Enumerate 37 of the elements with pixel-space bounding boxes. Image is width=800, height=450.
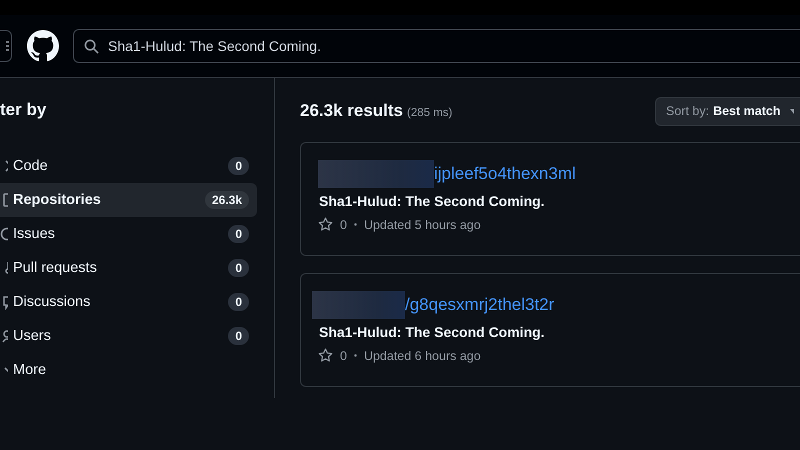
issue-icon — [0, 226, 8, 242]
menu-icon — [6, 41, 9, 51]
repo-description: Sha1-Hulud: The Second Coming. — [319, 324, 546, 340]
count-badge: 26.3k — [204, 191, 249, 209]
caret-icon — [790, 108, 794, 114]
separator-dot — [354, 354, 357, 357]
filter-item[interactable]: Pull requests 0 — [0, 251, 257, 285]
search-icon — [84, 38, 99, 54]
menu-button[interactable] — [0, 30, 12, 62]
results-count: 26.3k results — [300, 101, 404, 121]
filter-item[interactable]: Discussions 0 — [0, 285, 257, 319]
count-badge: 0 — [228, 225, 249, 243]
updated-time: Updated 6 hours ago — [364, 348, 481, 362]
separator-dot — [354, 223, 357, 226]
filter-heading: ter by — [0, 99, 48, 121]
filter-item[interactable]: Code 0 — [0, 149, 257, 183]
filter-item[interactable]: More — [0, 353, 257, 387]
query-time: (285 ms) — [407, 106, 452, 118]
repo-link[interactable]: /g8qesxmrj2thel3t2r — [405, 295, 554, 315]
filter-item[interactable]: Users 0 — [0, 319, 257, 353]
updated-time: Updated 5 hours ago — [364, 218, 481, 232]
star-icon[interactable] — [318, 348, 333, 363]
search-field[interactable]: Sha1-Hulud: The Second Coming. — [73, 29, 800, 63]
star-count: 0 — [340, 348, 347, 362]
filter-item[interactable]: Repositories 26.3k — [0, 183, 257, 217]
repo-link[interactable]: ijpleef5o4thexn3ml — [434, 164, 576, 184]
count-badge: 0 — [228, 157, 249, 175]
sort-dropdown[interactable]: Sort by: Best match — [655, 96, 800, 126]
star-count: 0 — [340, 218, 347, 232]
count-badge: 0 — [228, 259, 249, 277]
repo-description: Sha1-Hulud: The Second Coming. — [319, 193, 546, 209]
filter-item[interactable]: Issues 0 — [0, 217, 257, 251]
repo-icon — [0, 192, 8, 208]
octocat-logo-icon[interactable] — [27, 30, 59, 62]
count-badge: 0 — [228, 293, 249, 311]
star-icon[interactable] — [318, 217, 333, 232]
count-badge: 0 — [228, 327, 249, 345]
